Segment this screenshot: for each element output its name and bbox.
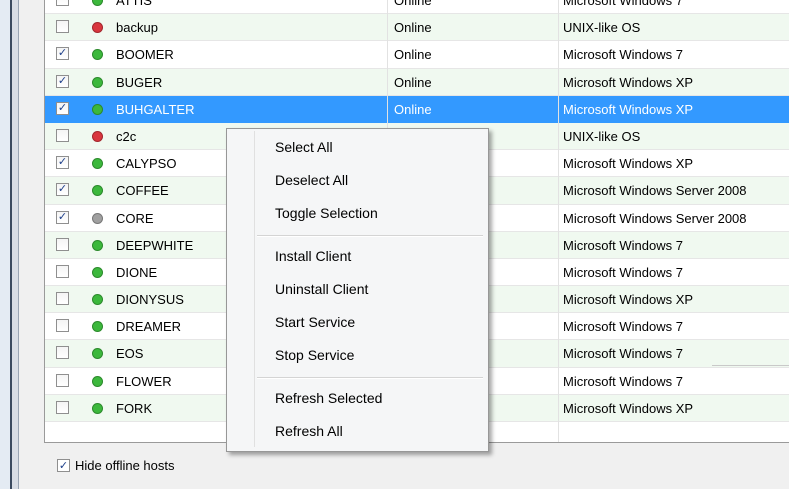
row-checkbox[interactable]: ✓ [56, 183, 69, 197]
status-dot-icon [92, 375, 103, 387]
host-status: Online [394, 74, 432, 90]
context-menu: Select All Deselect All Toggle Selection… [226, 128, 489, 452]
host-os: Microsoft Windows XP [563, 74, 694, 90]
column-divider [558, 0, 559, 442]
table-row[interactable]: ATTIS Online Microsoft Windows 7 [45, 0, 789, 15]
menu-item-uninstall-client[interactable]: Uninstall Client [275, 281, 368, 297]
check-icon: ✓ [58, 460, 69, 472]
host-name: BUGER [116, 74, 163, 90]
check-icon: ✓ [57, 47, 68, 60]
row-checkbox[interactable] [56, 319, 69, 333]
host-name: CORE [116, 210, 154, 226]
host-name: CALYPSO [116, 156, 177, 172]
row-checkbox[interactable] [56, 0, 69, 6]
host-name: c2c [116, 128, 137, 144]
table-row[interactable]: ✓ BUGER Online Microsoft Windows XP [45, 68, 789, 96]
host-name: backup [116, 20, 158, 36]
table-row[interactable]: backup Online UNIX-like OS [45, 14, 789, 42]
status-dot-icon [92, 402, 103, 414]
host-status: Online [394, 101, 432, 117]
menu-separator [257, 377, 483, 379]
host-name: BUHGALTER [116, 101, 195, 117]
status-dot-icon [92, 185, 103, 197]
row-checkbox[interactable] [56, 292, 69, 306]
menu-item-stop-service[interactable]: Stop Service [275, 347, 354, 363]
host-name: FORK [116, 400, 153, 416]
check-icon: ✓ [57, 156, 68, 169]
host-os: Microsoft Windows 7 [563, 319, 683, 335]
row-checkbox[interactable] [56, 373, 69, 387]
row-checkbox[interactable] [56, 237, 69, 251]
host-name: DIONE [116, 264, 158, 280]
check-icon: ✓ [57, 210, 68, 223]
check-icon: ✓ [57, 101, 68, 114]
status-dot-icon [92, 0, 103, 6]
row-checkbox[interactable]: ✓ [56, 101, 69, 115]
host-os: Microsoft Windows 7 [563, 47, 683, 63]
row-checkbox[interactable] [56, 264, 69, 278]
host-status: Online [394, 0, 432, 8]
status-dot-icon [92, 158, 103, 170]
status-dot-icon [92, 266, 103, 278]
status-dot-icon [92, 49, 103, 61]
status-dot-icon [92, 103, 103, 115]
host-os: Microsoft Windows XP [563, 400, 694, 416]
host-name: DIONYSUS [116, 292, 184, 308]
host-name: ATTIS [116, 0, 152, 8]
row-checkbox[interactable] [56, 20, 69, 34]
table-row[interactable]: ✓ BOOMER Online Microsoft Windows 7 [45, 41, 789, 69]
host-os: Microsoft Windows XP [563, 156, 694, 172]
divider-line [712, 365, 789, 366]
table-row[interactable]: ✓ BUHGALTER Online Microsoft Windows XP [45, 95, 789, 123]
menu-item-toggle-selection[interactable]: Toggle Selection [275, 205, 378, 221]
status-dot-icon [92, 76, 103, 88]
row-checkbox[interactable]: ✓ [56, 210, 69, 224]
menu-separator [257, 235, 483, 237]
host-os: Microsoft Windows Server 2008 [563, 183, 747, 199]
row-checkbox[interactable]: ✓ [56, 74, 69, 88]
menu-item-refresh-all[interactable]: Refresh All [275, 423, 343, 439]
host-name: DREAMER [116, 319, 182, 335]
host-os: Microsoft Windows 7 [563, 237, 683, 253]
host-name: EOS [116, 346, 144, 362]
row-checkbox[interactable] [56, 400, 69, 414]
host-name: BOOMER [116, 47, 174, 63]
hide-offline-label[interactable]: Hide offline hosts [75, 458, 175, 473]
status-dot-icon [92, 348, 103, 360]
menu-item-install-client[interactable]: Install Client [275, 248, 351, 264]
host-os: UNIX-like OS [563, 20, 641, 36]
check-icon: ✓ [57, 74, 68, 87]
host-os: Microsoft Windows XP [563, 101, 694, 117]
menu-item-deselect-all[interactable]: Deselect All [275, 172, 348, 188]
status-dot-icon [92, 22, 103, 34]
status-dot-icon [92, 321, 103, 333]
menu-item-start-service[interactable]: Start Service [275, 314, 355, 330]
window-frame-left [0, 0, 10, 489]
host-name: FLOWER [116, 373, 172, 389]
host-os: UNIX-like OS [563, 128, 641, 144]
menu-item-select-all[interactable]: Select All [275, 139, 333, 155]
status-dot-icon [92, 130, 103, 142]
host-status: Online [394, 20, 432, 36]
status-dot-icon [92, 239, 103, 251]
host-os: Microsoft Windows 7 [563, 0, 683, 8]
host-status: Online [394, 47, 432, 63]
menu-item-refresh-selected[interactable]: Refresh Selected [275, 390, 382, 406]
host-os: Microsoft Windows 7 [563, 346, 683, 362]
hide-offline-checkbox[interactable]: ✓ [57, 459, 70, 472]
row-checkbox[interactable]: ✓ [56, 156, 69, 170]
row-checkbox[interactable]: ✓ [56, 47, 69, 61]
host-os: Microsoft Windows Server 2008 [563, 210, 747, 226]
host-os: Microsoft Windows XP [563, 292, 694, 308]
host-name: DEEPWHITE [116, 237, 194, 253]
status-dot-icon [92, 212, 103, 224]
host-name: COFFEE [116, 183, 169, 199]
menu-icon-gutter [254, 131, 255, 447]
status-dot-icon [92, 294, 103, 306]
host-os: Microsoft Windows 7 [563, 264, 683, 280]
check-icon: ✓ [57, 183, 68, 196]
row-checkbox[interactable] [56, 346, 69, 360]
host-os: Microsoft Windows 7 [563, 373, 683, 389]
row-checkbox[interactable] [56, 128, 69, 142]
